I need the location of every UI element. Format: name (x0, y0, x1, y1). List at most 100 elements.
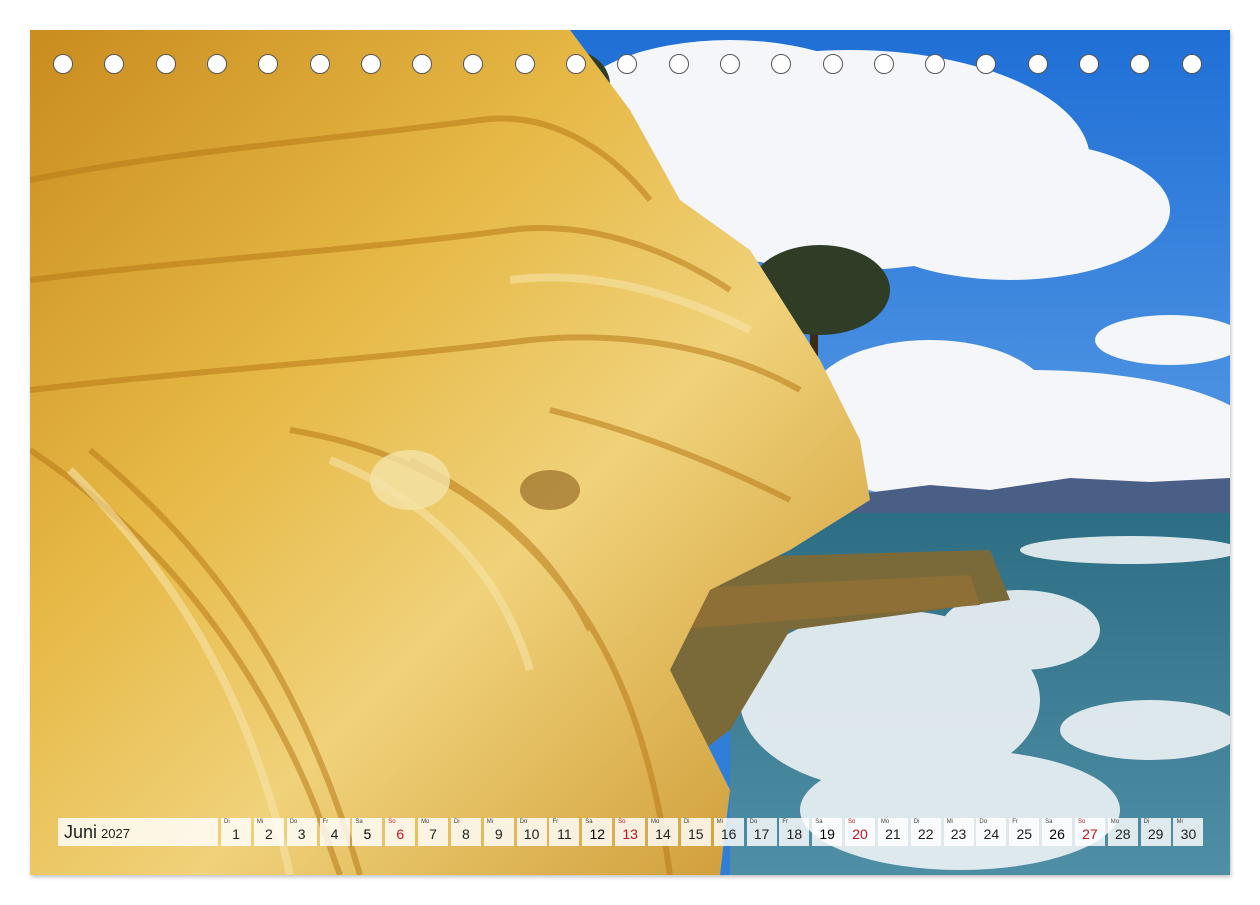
day-number: 3 (297, 826, 306, 842)
day-number: 30 (1180, 826, 1197, 842)
weekday-label: Fr (552, 819, 559, 825)
day-cell: Mi 16 (713, 818, 744, 846)
weekday-label: Mo (880, 819, 890, 825)
weekday-label: Do (519, 819, 528, 825)
day-cell: Sa 19 (812, 818, 843, 846)
day-cell: Mo 7 (418, 818, 449, 846)
binding-hole (1079, 54, 1099, 74)
day-number: 25 (1016, 826, 1033, 842)
day-cell: Di 22 (910, 818, 941, 846)
day-number: 7 (429, 826, 437, 842)
day-cell: Fr 18 (779, 818, 810, 846)
binding-hole (668, 54, 689, 74)
day-cell: Di 8 (450, 818, 481, 846)
month-label: Juni 2027 (58, 818, 218, 846)
weekday-label: Fr (322, 819, 329, 825)
day-number: 12 (589, 826, 606, 842)
calendar-strip: Juni 2027 Di 1 Mi 2 Do 3 Fr 4 Sa 5 So 6 Mo 7 Di 8 Mi 9 Do 1… (58, 818, 1206, 846)
day-number: 18 (786, 826, 803, 842)
weekday-label: Sa (585, 819, 593, 825)
day-cell: Di 29 (1140, 818, 1171, 846)
weekday-label: Sa (355, 819, 363, 825)
binding-holes (30, 54, 1230, 80)
day-cell: So 13 (615, 818, 646, 846)
binding-hole (771, 54, 792, 74)
day-cell: Do 10 (516, 818, 547, 846)
weekday-label: Di (913, 819, 920, 825)
month-year: 2027 (101, 826, 130, 841)
binding-hole (53, 54, 73, 74)
binding-hole (873, 54, 894, 74)
day-cell: Sa 12 (582, 818, 613, 846)
weekday-label: Do (979, 819, 988, 825)
day-number: 21 (885, 826, 901, 842)
weekday-label: Mi (946, 819, 953, 825)
weekday-label: Do (289, 819, 298, 825)
binding-hole (360, 54, 381, 74)
day-number: 24 (983, 826, 1000, 842)
day-cell: Do 24 (976, 818, 1007, 846)
day-number: 22 (917, 826, 934, 842)
binding-hole (1181, 54, 1202, 74)
weekday-label: So (618, 819, 626, 825)
binding-hole (925, 54, 946, 74)
weekday-label: Di (224, 819, 230, 825)
weekday-label: Sa (1045, 819, 1053, 825)
day-number: 4 (330, 826, 339, 842)
day-number: 8 (462, 826, 470, 842)
day-cell: Mo 21 (877, 818, 908, 846)
day-cell: So 27 (1074, 818, 1105, 846)
binding-hole (822, 54, 843, 74)
binding-hole (206, 54, 227, 74)
day-cell: Di 15 (680, 818, 711, 846)
weekday-label: Mi (486, 819, 494, 825)
day-cell: Mo 14 (647, 818, 678, 846)
binding-hole (309, 54, 330, 74)
day-cell: Mi 2 (253, 818, 284, 846)
day-number: 11 (557, 826, 572, 842)
binding-hole (463, 54, 484, 74)
day-number: 27 (1082, 826, 1098, 842)
day-number: 1 (232, 826, 240, 842)
day-number: 14 (655, 826, 671, 842)
day-number: 2 (264, 826, 273, 842)
day-number: 17 (753, 826, 770, 842)
weekday-label: Di (453, 819, 460, 825)
day-cell: Mo 28 (1107, 818, 1138, 846)
month-name: Juni (64, 821, 98, 842)
day-number: 10 (523, 826, 540, 842)
day-number: 16 (720, 826, 737, 842)
day-number: 15 (688, 826, 704, 842)
day-cell: Fr 25 (1009, 818, 1040, 846)
day-cell: Di 1 (221, 818, 251, 846)
binding-hole (1027, 54, 1048, 74)
binding-hole (719, 54, 740, 74)
binding-hole (104, 54, 125, 74)
day-number: 9 (494, 826, 503, 842)
weekday-label: Di (683, 819, 690, 825)
binding-hole (155, 54, 176, 74)
coastal-cliff-illustration (30, 30, 1230, 875)
weekday-label: Sa (815, 819, 823, 825)
weekday-label: So (388, 819, 396, 825)
binding-hole (1130, 54, 1151, 74)
day-cell: Sa 5 (352, 818, 383, 846)
day-number: 28 (1114, 826, 1131, 842)
weekday-label: Mi (1176, 819, 1183, 825)
day-number: 5 (363, 826, 372, 842)
weekday-label: Fr (1012, 819, 1018, 825)
weekday-label: Mo (650, 819, 660, 825)
day-number: 19 (819, 826, 835, 842)
day-number: 29 (1147, 826, 1164, 842)
weekday-label: Di (1143, 819, 1150, 825)
weekday-label: Fr (782, 819, 789, 825)
day-number: 6 (396, 826, 405, 842)
day-cell: Mi 30 (1173, 818, 1204, 846)
weekday-label: Do (749, 819, 758, 825)
weekday-label: So (848, 819, 856, 825)
binding-hole (258, 54, 279, 74)
weekday-label: So (1077, 819, 1086, 825)
day-cell: Mi 9 (483, 818, 514, 846)
weekday-label: Mi (716, 819, 723, 825)
day-cell: Mi 23 (943, 818, 974, 846)
